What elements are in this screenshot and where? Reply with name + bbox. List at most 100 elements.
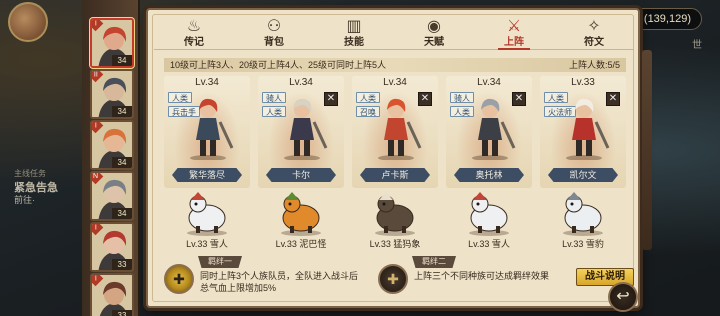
map-marker-label: 世 xyxy=(692,40,702,51)
hero-card[interactable]: Lv.34 骑人 人类 ✕ 卡尔 xyxy=(258,76,344,188)
tab-eye[interactable]: ◉ 天赋 xyxy=(394,14,474,50)
hero-figure xyxy=(276,96,328,161)
bond-section: 羁绊一 同时上阵3个人族队员，全队进入战斗后 总气血上限增加5% 羁绊二 上阵三… xyxy=(164,256,634,300)
roster-hero-slot[interactable]: I 34 xyxy=(90,18,134,68)
hero-shadow xyxy=(284,155,320,161)
pet-leg xyxy=(214,226,218,233)
pet-leg xyxy=(496,226,500,233)
hero-figure-art xyxy=(472,98,516,161)
pet-leg xyxy=(384,226,388,233)
hero-leg xyxy=(576,138,582,156)
bond-one: 羁绊一 同时上阵3个人族队员，全队进入战斗后 总气血上限增加5% xyxy=(164,256,374,298)
roster-level: 34 xyxy=(112,55,132,66)
quest-tracker[interactable]: 主线任务 紧急告急 前往· xyxy=(14,168,78,206)
hero-leg xyxy=(304,138,310,156)
formation-panel: ♨ 传记 ⚇ 背包 ▥ 技能 ◉ 天赋 ⚔ 上阵 ✧ 符文 10级可上阵3人、20级可上阵4人、25级… xyxy=(146,8,652,308)
roster-level: 34 xyxy=(112,208,132,219)
roster-hero-slot[interactable]: I 33 xyxy=(90,222,134,272)
tab-label: 传记 xyxy=(184,37,204,48)
pet-slot[interactable]: Lv.33 猛犸象 xyxy=(352,190,438,252)
hero-figure-art xyxy=(378,98,422,161)
formation-count: 上阵人数:5/5 xyxy=(568,60,620,70)
roster-rank-text: I xyxy=(94,19,97,27)
hero-card[interactable]: Lv.34 人类 召唤 ✕ 卢卡斯 xyxy=(352,76,438,188)
hero-shadow xyxy=(378,155,414,161)
hero-level: Lv.34 xyxy=(289,77,313,88)
pet-eye xyxy=(382,202,386,206)
pet-figure xyxy=(178,190,236,236)
hero-card[interactable]: Lv.33 人类 火法师 ✕ 凯尔文 xyxy=(540,76,626,188)
quest-name: 紧急告急 xyxy=(14,182,58,194)
pet-slot[interactable]: Lv.33 泥巴怪 xyxy=(258,190,344,252)
hero-weapon xyxy=(218,121,234,149)
hero-leg xyxy=(586,138,592,156)
roster-rank-text: I xyxy=(94,274,97,282)
bond-two-line: 上阵三个不同种族可达成羁绊效果 xyxy=(414,271,550,281)
player-avatar[interactable] xyxy=(8,2,48,42)
tab-label: 技能 xyxy=(344,37,364,48)
roster-hero-slot[interactable]: II 34 xyxy=(90,69,134,119)
pet-leg xyxy=(402,226,406,233)
tab-label: 上阵 xyxy=(504,37,524,48)
hero-weapon xyxy=(406,121,422,149)
bond-two-text: 上阵三个不同种族可达成羁绊效果 xyxy=(414,270,549,282)
pet-crest xyxy=(473,192,487,200)
tab-bag[interactable]: ⚇ 背包 xyxy=(234,14,314,50)
hero-shadow xyxy=(190,155,226,161)
hero-level: Lv.34 xyxy=(195,77,219,88)
pet-lineup: Lv.33 雪人 Lv.33 泥巴怪 Lv.33 猛犸象 Lv.33 雪人 Lv.33 … xyxy=(164,190,634,252)
pet-eye xyxy=(194,202,198,206)
hero-torso xyxy=(478,118,502,140)
hero-level: Lv.33 xyxy=(571,77,595,88)
pet-leg xyxy=(290,226,294,233)
return-button[interactable]: ↩ xyxy=(608,282,638,312)
hero-shadow xyxy=(472,155,508,161)
hero-leg xyxy=(398,138,404,156)
pet-crest xyxy=(191,192,205,200)
hero-card[interactable]: Lv.34 骑人 人类 ✕ 奥托林 xyxy=(446,76,532,188)
roster-level: 33 xyxy=(112,310,132,316)
pet-label: Lv.33 泥巴怪 xyxy=(275,239,327,249)
tab-crossed-swords[interactable]: ⚔ 上阵 xyxy=(474,14,554,50)
hero-weapon xyxy=(500,121,516,149)
bond-one-line: 同时上阵3个人族队员，全队进入战斗后 xyxy=(200,271,359,281)
tab-flame[interactable]: ♨ 传记 xyxy=(154,14,234,50)
pet-eye xyxy=(570,202,574,206)
hero-torso xyxy=(384,118,408,140)
hero-figure xyxy=(558,96,610,161)
bond-one-emblem-icon[interactable] xyxy=(164,264,194,294)
tab-book[interactable]: ▥ 技能 xyxy=(314,14,394,50)
hero-lineup: Lv.34 人类 兵击手 繁华落尽 Lv.34 骑人 人类 ✕ 卡尔 Lv.34 人类 召唤 ✕ 卢卡斯 L… xyxy=(164,76,634,188)
pet-figure-art xyxy=(187,192,227,236)
hero-figure-art xyxy=(566,98,610,161)
tab-rune[interactable]: ✧ 符文 xyxy=(554,14,634,50)
roster-hero-slot[interactable]: I 33 xyxy=(90,273,134,316)
pet-slot[interactable]: Lv.33 雪豹 xyxy=(540,190,626,252)
bond-two-title: 羁绊二 xyxy=(412,256,456,268)
hero-torso xyxy=(196,118,220,140)
hero-shadow xyxy=(566,155,602,161)
hero-weapon xyxy=(312,121,328,149)
roster-hero-slot[interactable]: N 34 xyxy=(90,171,134,221)
pet-label: Lv.33 猛犸象 xyxy=(369,239,421,249)
hero-name-ribbon: 繁华落尽 xyxy=(172,168,242,182)
hero-leg xyxy=(388,138,394,156)
hero-card[interactable]: Lv.34 人类 兵击手 繁华落尽 xyxy=(164,76,250,188)
hero-name-ribbon: 奥托林 xyxy=(454,168,524,182)
hero-figure xyxy=(370,96,422,161)
roster-hero-slot[interactable]: I 34 xyxy=(90,120,134,170)
hero-leg xyxy=(200,138,206,156)
pet-slot[interactable]: Lv.33 雪人 xyxy=(446,190,532,252)
hero-level: Lv.34 xyxy=(383,77,407,88)
pet-figure xyxy=(460,190,518,236)
roster-rank-text: II xyxy=(93,70,98,78)
bond-two-emblem-icon[interactable] xyxy=(378,264,408,294)
pet-slot[interactable]: Lv.33 雪人 xyxy=(164,190,250,252)
hero-name-ribbon: 卡尔 xyxy=(266,168,336,182)
tab-label: 背包 xyxy=(264,37,284,48)
formation-rule-text: 10级可上阵3人、20级可上阵4人、25级可同时上阵5人 xyxy=(170,60,387,70)
hero-leg xyxy=(294,138,300,156)
formation-info-bar: 10级可上阵3人、20级可上阵4人、25级可同时上阵5人 上阵人数:5/5 xyxy=(164,58,626,72)
pet-figure xyxy=(366,190,424,236)
pet-figure-art xyxy=(375,192,415,236)
